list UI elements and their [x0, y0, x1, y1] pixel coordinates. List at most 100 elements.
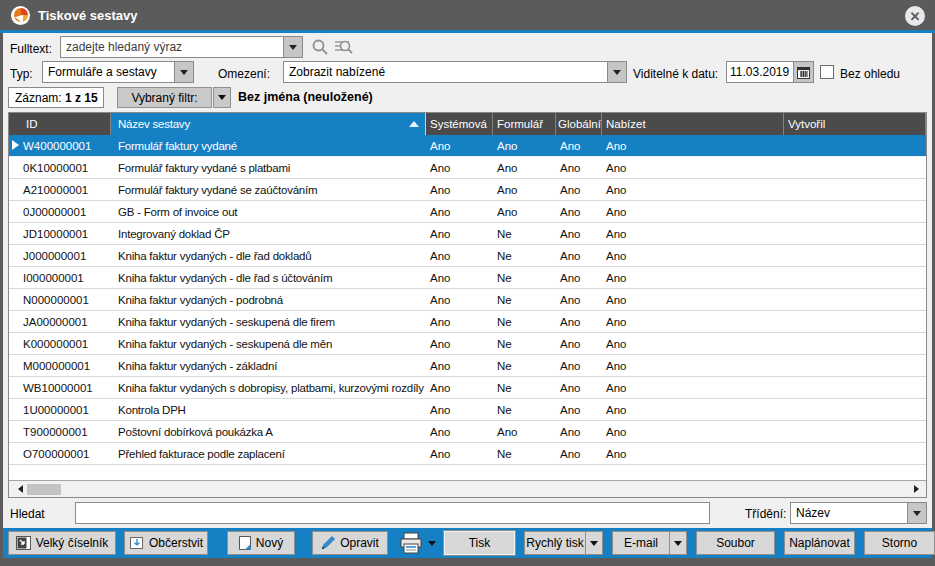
cell-id: K000000001 [9, 333, 111, 354]
table-row[interactable]: WB10000001Kniha faktur vydaných s dobrop… [9, 377, 926, 399]
calendar-icon[interactable] [793, 62, 813, 82]
cell-name: Formulář faktury vydané s platbami [111, 157, 426, 178]
sort-select[interactable]: Název [790, 502, 927, 524]
table-row[interactable]: T900000001Poštovní dobírková poukázka AA… [9, 421, 926, 443]
printer-dropdown-icon[interactable] [428, 541, 436, 546]
table-row[interactable]: JA00000001Kniha faktur vydaných - seskup… [9, 311, 926, 333]
column-header-sys[interactable]: Systémová [426, 113, 493, 135]
disregard-checkbox[interactable] [820, 65, 834, 79]
cell-offer: Ano [602, 157, 784, 178]
cell-form: Ne [493, 377, 556, 398]
new-button[interactable]: Nový [227, 531, 295, 555]
restriction-dropdown-icon[interactable] [607, 62, 626, 82]
table-row[interactable]: 1U00000001Kontrola DPHAnoNeAnoAno [9, 399, 926, 421]
cell-name: Kniha faktur vydaných - základní [111, 355, 426, 376]
cell-sys: Ano [426, 355, 493, 376]
app-logo-icon [11, 6, 30, 25]
type-select[interactable]: Formuláře a sestavy [42, 61, 194, 83]
cell-form: Ne [493, 443, 556, 464]
restriction-select[interactable]: Zobrazit nabízené [283, 61, 627, 83]
cell-id: O700000001 [9, 443, 111, 464]
quick-print-dropdown-icon[interactable] [586, 531, 603, 555]
cell-offer: Ano [602, 135, 784, 156]
table-row[interactable]: JD10000001Integrovaný doklad ČPAnoNeAnoA… [9, 223, 926, 245]
fulltext-dropdown-icon[interactable] [283, 37, 302, 57]
cell-form: Ano [493, 421, 556, 442]
cell-name: Kniha faktur vydaných - dle řad dokladů [111, 245, 426, 266]
search-input[interactable] [75, 502, 710, 524]
visible-date-input[interactable]: 11.03.2019 [726, 61, 814, 83]
cell-name: Formulář faktury vydané [111, 135, 426, 156]
cell-offer: Ano [602, 355, 784, 376]
cell-form: Ne [493, 311, 556, 332]
table-row[interactable]: A210000001Formulář faktury vydané se zaú… [9, 179, 926, 201]
edit-button[interactable]: Opravit [312, 531, 388, 555]
window-title: Tiskové sestavy [38, 8, 138, 23]
accent-line [0, 30, 935, 33]
column-header-glob[interactable]: Globální [556, 113, 602, 135]
printer-icon[interactable] [398, 532, 424, 554]
table-row[interactable]: K000000001Kniha faktur vydaných - seskup… [9, 333, 926, 355]
table-row[interactable]: M000000001Kniha faktur vydaných - základ… [9, 355, 926, 377]
cell-offer: Ano [602, 333, 784, 354]
scrollbar-thumb[interactable] [27, 484, 61, 495]
cell-glob: Ano [556, 245, 602, 266]
table-row[interactable]: 0J00000001GB - Form of invoice outAnoAno… [9, 201, 926, 223]
fulltext-label: Fulltext: [10, 42, 52, 56]
cell-name: Kniha faktur vydaných s dobropisy, platb… [111, 377, 426, 398]
cell-offer: Ano [602, 223, 784, 244]
cell-form: Ne [493, 223, 556, 244]
cell-sys: Ano [426, 135, 493, 156]
record-counter: Záznam: 1 z 15 [8, 87, 104, 108]
table-row[interactable]: N000000001Kniha faktur vydaných - podrob… [9, 289, 926, 311]
column-header-id[interactable]: ID [9, 113, 111, 135]
cancel-button[interactable]: Storno [864, 531, 935, 555]
cell-creator [784, 289, 926, 310]
fulltext-search-icon[interactable] [333, 36, 355, 58]
table-row[interactable]: O700000001Přehled fakturace podle zaplac… [9, 443, 926, 465]
cell-id: N000000001 [9, 289, 111, 310]
table-empty-area [9, 465, 926, 480]
cell-creator [784, 377, 926, 398]
quick-print-button[interactable]: Rychlý tisk [524, 531, 586, 555]
print-button[interactable]: Tisk [444, 531, 515, 555]
table-row[interactable]: 0K10000001Formulář faktury vydané s plat… [9, 157, 926, 179]
column-header-form[interactable]: Formulář [493, 113, 556, 135]
cell-id: WB10000001 [9, 377, 111, 398]
selected-filter-dropdown-icon[interactable] [213, 87, 231, 108]
cell-offer: Ano [602, 311, 784, 332]
cell-sys: Ano [426, 377, 493, 398]
big-list-button[interactable]: Velký číselník [8, 531, 116, 555]
file-button[interactable]: Soubor [696, 531, 775, 555]
table-row[interactable]: W400000001Formulář faktury vydanéAnoAnoA… [9, 135, 926, 157]
email-button[interactable]: E-mail [612, 531, 670, 555]
schedule-button[interactable]: Naplánovat [784, 531, 855, 555]
scroll-right-icon[interactable] [914, 485, 919, 493]
cell-name: Kniha faktur vydaných - dle řad s účtová… [111, 267, 426, 288]
column-header-name[interactable]: Název sestavy [111, 113, 426, 135]
cell-glob: Ano [556, 289, 602, 310]
sort-dropdown-icon[interactable] [907, 503, 926, 523]
search-icon[interactable] [309, 36, 331, 58]
table-row[interactable]: I000000001Kniha faktur vydaných - dle řa… [9, 267, 926, 289]
cell-sys: Ano [426, 399, 493, 420]
horizontal-scrollbar[interactable] [9, 480, 926, 497]
email-dropdown-icon[interactable] [670, 531, 687, 555]
column-header-creator[interactable]: Vytvořil [784, 113, 926, 135]
cell-sys: Ano [426, 223, 493, 244]
close-icon[interactable]: ✕ [905, 6, 925, 26]
selected-filter-button[interactable]: Vybraný filtr: [117, 87, 212, 108]
fulltext-input[interactable]: zadejte hledaný výraz [60, 36, 303, 58]
cell-creator [784, 443, 926, 464]
refresh-button[interactable]: Občerstvit [124, 531, 208, 555]
scroll-left-icon[interactable] [18, 485, 23, 493]
cell-glob: Ano [556, 179, 602, 200]
type-dropdown-icon[interactable] [174, 62, 193, 82]
column-header-offer[interactable]: Nabízet [602, 113, 784, 135]
cell-form: Ano [493, 157, 556, 178]
cell-glob: Ano [556, 377, 602, 398]
table-row[interactable]: J000000001Kniha faktur vydaných - dle řa… [9, 245, 926, 267]
cell-id: J000000001 [9, 245, 111, 266]
cell-name: Poštovní dobírková poukázka A [111, 421, 426, 442]
cell-form: Ne [493, 399, 556, 420]
